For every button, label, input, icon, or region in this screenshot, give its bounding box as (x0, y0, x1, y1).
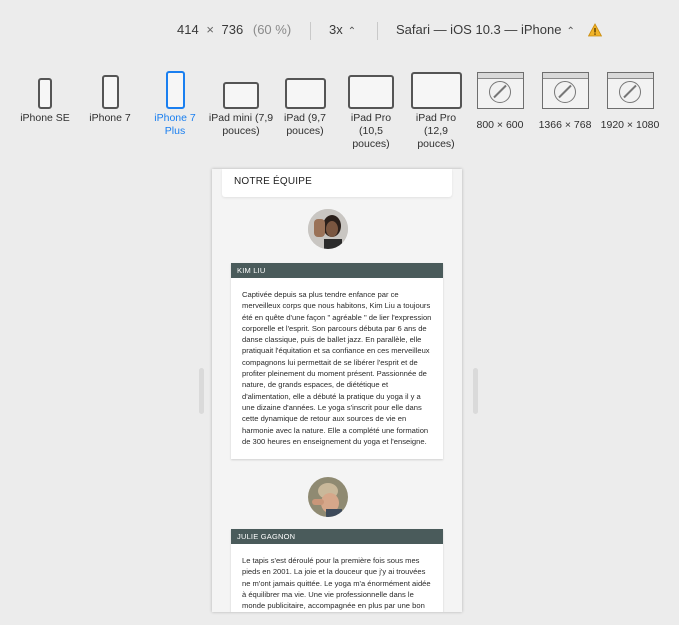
scale-value: 3x (329, 22, 343, 37)
tablet-icon (348, 75, 394, 109)
device-label: 1366 × 768 (538, 119, 592, 131)
tablet-icon (223, 82, 259, 109)
chevron-updown-icon: ⌃︎ (566, 26, 575, 37)
dimension-separator: × (206, 22, 214, 37)
viewport-height[interactable]: 736 (222, 22, 244, 37)
phone-icon (38, 78, 52, 109)
toolbar-divider (377, 22, 378, 40)
user-agent-selector[interactable]: Safari — iOS 10.3 — iPhone ⌃︎ (396, 22, 575, 37)
member-bio: Captivée depuis sa plus tendre enfance p… (242, 290, 432, 446)
browser-icon (606, 72, 654, 109)
team-member-card: JULIE GAGNON Le tapis s'est déroulé pour… (231, 529, 443, 612)
device-label: iPad mini (7,9 pouces) (208, 112, 274, 137)
toolbar-divider (310, 22, 311, 40)
responsive-toolbar: 414 × 736 (60 %) 3x ⌃︎ Safari — iOS 10.3 … (0, 22, 679, 46)
chevron-updown-icon: ⌃︎ (347, 26, 357, 37)
member-bio: Le tapis s'est déroulé pour la première … (242, 556, 431, 611)
device-ipad-pro-10[interactable]: iPad Pro (10,5 pouces) (341, 66, 401, 151)
device-iphone-7[interactable]: iPhone 7 (84, 66, 136, 125)
warning-icon[interactable] (588, 23, 602, 37)
team-member-card: KIM LIU Captivée depuis sa plus tendre e… (231, 263, 443, 460)
device-label: iPhone 7 (89, 112, 131, 124)
device-label: iPad (9,7 pouces) (283, 112, 327, 137)
avatar (308, 477, 348, 517)
browser-icon (541, 72, 589, 109)
resize-handle-left[interactable] (199, 368, 204, 414)
device-label: 1920 × 1080 (600, 119, 660, 131)
member-name: KIM LIU (231, 263, 443, 278)
device-label: iPad Pro (10,5 pouces) (350, 112, 392, 150)
phone-icon (101, 75, 119, 109)
device-ipad-pro-12[interactable]: iPad Pro (12,9 pouces) (405, 66, 467, 151)
device-800x600[interactable]: 800 × 600 (470, 66, 530, 132)
user-agent-value: Safari — iOS 10.3 — iPhone (396, 22, 562, 37)
device-iphone-se[interactable]: iPhone SE (16, 66, 74, 125)
device-label: iPad Pro (12,9 pouces) (415, 112, 457, 150)
device-ipad-mini[interactable]: iPad mini (7,9 pouces) (207, 66, 275, 138)
device-presets: iPhone SE iPhone 7 iPhone 7 Plus iPad mi… (0, 66, 679, 156)
resize-handle-right[interactable] (473, 368, 478, 414)
device-label: iPhone 7 Plus (154, 112, 196, 137)
viewport-width[interactable]: 414 (177, 22, 199, 37)
compass-icon (554, 81, 576, 104)
device-iphone-7-plus[interactable]: iPhone 7 Plus (150, 66, 200, 138)
compass-icon (619, 81, 641, 104)
zoom-level: (60 %) (252, 22, 292, 37)
device-ipad[interactable]: iPad (9,7 pouces) (274, 66, 336, 138)
viewport-dimensions[interactable]: 414 × 736 (60 %) (177, 22, 291, 37)
compass-icon (489, 81, 511, 104)
device-1920x1080[interactable]: 1920 × 1080 (598, 66, 662, 132)
section-title: NOTRE ÉQUIPE (234, 176, 312, 187)
avatar (308, 209, 348, 249)
device-viewport[interactable]: NOTRE ÉQUIPE KIM LIU Captivée depuis sa … (212, 169, 462, 612)
device-label: 800 × 600 (476, 119, 524, 131)
browser-icon (476, 72, 524, 109)
phone-icon (165, 71, 185, 109)
device-label: iPhone SE (20, 112, 70, 124)
tablet-icon (284, 78, 326, 109)
device-1366x768[interactable]: 1366 × 768 (533, 66, 597, 132)
scale-selector[interactable]: 3x ⌃︎ (329, 22, 356, 37)
tablet-icon (410, 72, 462, 109)
section-header: NOTRE ÉQUIPE (222, 169, 452, 197)
member-name: JULIE GAGNON (231, 529, 443, 544)
